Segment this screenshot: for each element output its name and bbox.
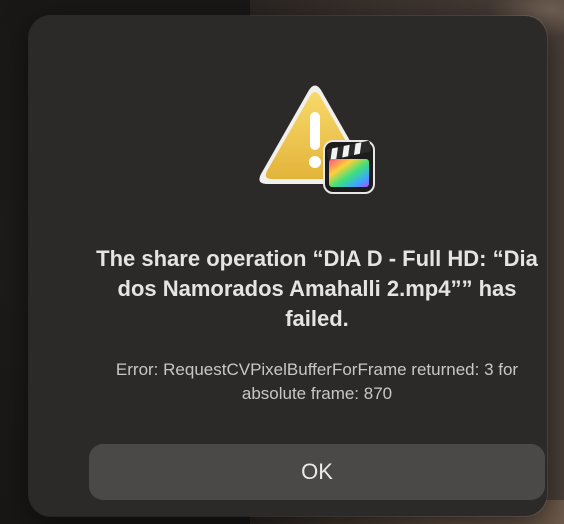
alert-message: Error: RequestCVPixelBufferForFrame retu… [115, 360, 519, 403]
final-cut-pro-icon [323, 140, 375, 194]
alert-title: The share operation “DIA D - Full HD: “D… [96, 246, 538, 331]
ok-button[interactable]: OK [89, 444, 545, 500]
alert-icon-group [257, 82, 377, 196]
alert-dialog: The share operation “DIA D - Full HD: “D… [29, 16, 547, 516]
